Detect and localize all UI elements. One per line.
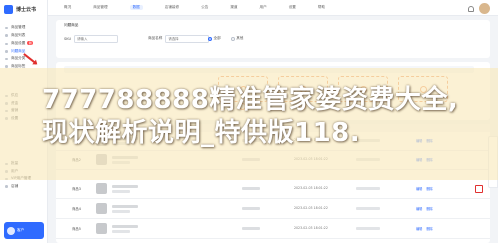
top-tab[interactable]: 店铺装修 [165, 5, 179, 10]
app-name: 博士云书 [16, 6, 37, 13]
blurred-text [242, 187, 260, 190]
row-time: 2023-02-03 18:01:22 [294, 226, 328, 230]
table-row[interactable]: 商品5 2023-02-03 18:01:22 编辑 删除 [56, 220, 490, 239]
blurred-text [242, 207, 260, 210]
top-tab[interactable]: 用户 [260, 5, 267, 10]
edit-link[interactable]: 编辑 [416, 186, 422, 191]
table-row[interactable]: 商品4 2023-02-03 18:01:22 编辑 删除 [56, 200, 490, 219]
menu-dot-icon [5, 50, 8, 53]
product-thumbnail [96, 203, 107, 214]
blurred-text [112, 185, 138, 188]
sidebar-item[interactable]: 商品管理 [4, 24, 46, 32]
top-tab[interactable]: 设置 [289, 5, 296, 10]
new-badge: 新 [27, 41, 34, 45]
delete-link[interactable]: 删除 [426, 226, 432, 231]
sidebar-item-label: 商品设置 [11, 41, 26, 45]
product-name-field: 商品名称 [148, 34, 210, 43]
row-id: 商品5 [72, 227, 81, 231]
top-tabs: 概况 商品管理 数据 店铺装修 公告 渠道 用户 设置 帮助 [64, 5, 325, 10]
blurred-text [112, 205, 138, 208]
blurred-text [356, 187, 380, 190]
app-logo[interactable]: 博士云书 [4, 3, 36, 15]
logo-icon [4, 4, 13, 14]
overlay-headline: 777788888精准管家婆资费大全,现状解析说明_特供版118. [42, 85, 459, 148]
menu-dot-icon [5, 34, 8, 37]
sidebar-item-label: 商品管理 [11, 25, 26, 29]
product-thumbnail [96, 223, 107, 234]
menu-dot-icon [5, 185, 8, 188]
sku-input[interactable] [74, 34, 119, 43]
delete-link[interactable]: 删除 [426, 186, 432, 191]
edit-link[interactable]: 编辑 [416, 226, 422, 231]
blurred-text [112, 230, 130, 233]
avatar[interactable] [479, 3, 490, 14]
sidebar-item-label: 商品标签 [11, 63, 26, 68]
bell-icon[interactable] [468, 5, 474, 12]
sidebar-item[interactable]: 商品列表 [4, 32, 46, 40]
blurred-text [356, 207, 380, 210]
row-actions: 编辑删除 [416, 226, 433, 231]
edit-link[interactable]: 编辑 [416, 206, 422, 211]
radio-unchecked-icon [230, 36, 235, 41]
filter-title: 问题商品 [64, 23, 79, 27]
row-checkbox[interactable] [475, 185, 483, 193]
top-tab[interactable]: 概况 [64, 5, 71, 10]
top-right-tools [468, 3, 490, 14]
blurred-text [112, 225, 138, 228]
row-actions: 编辑删除 [416, 206, 433, 211]
blurred-text [356, 227, 380, 230]
type-radio-group: 全部 其他 [208, 34, 243, 43]
sidebar-item-label: 商品分类 [11, 56, 26, 60]
row-time: 2023-02-03 18:01:22 [294, 206, 328, 210]
blurred-text [112, 190, 130, 193]
top-tab[interactable]: 公告 [201, 5, 208, 10]
menu-dot-icon [5, 42, 8, 45]
sidebar-item[interactable]: 店铺 [4, 183, 46, 191]
top-tab-active[interactable]: 数据 [129, 5, 143, 10]
delete-link[interactable]: 删除 [426, 206, 432, 211]
blurred-text [242, 227, 260, 230]
headset-icon [7, 226, 15, 235]
radio-label: 全部 [213, 36, 221, 40]
promo-label: 客户 [17, 228, 25, 232]
row-actions: 编辑删除 [416, 186, 433, 191]
radio-other[interactable]: 其他 [230, 36, 244, 41]
sku-field: SKU [64, 34, 119, 43]
filter-panel: 问题商品 SKU 商品名称 全部 其他 [56, 20, 490, 58]
blurred-text [112, 210, 130, 213]
menu-dot-icon [5, 26, 8, 29]
sidebar-item-label: 店铺 [11, 183, 19, 188]
top-tab[interactable]: 渠道 [230, 5, 237, 10]
sidebar-item-label: 商品列表 [11, 32, 26, 37]
product-thumbnail [96, 183, 107, 194]
app-window: 博士云书 商品管理 商品列表 商品设置新 问题商品 商品分类 商品标签 供应 资… [0, 0, 498, 243]
product-name-label: 商品名称 [148, 36, 163, 40]
row-time: 2023-02-03 18:01:22 [294, 186, 328, 190]
customer-service-button[interactable]: 客户 [4, 222, 44, 239]
sidebar-group-1: 商品管理 商品列表 [4, 24, 46, 39]
row-id: 商品3 [72, 187, 81, 191]
table-row[interactable]: 商品3 2023-02-03 18:01:22 编辑 删除 [56, 180, 490, 199]
sidebar-item[interactable]: 商品设置新 [4, 40, 46, 48]
top-tab[interactable]: 商品管理 [93, 5, 107, 10]
row-id: 商品4 [72, 207, 81, 211]
sku-label: SKU [64, 36, 72, 41]
menu-dot-icon [5, 57, 8, 60]
top-nav: 概况 商品管理 数据 店铺装修 公告 渠道 用户 设置 帮助 [48, 0, 498, 16]
radio-checked-icon [208, 36, 212, 41]
radio-label: 其他 [236, 36, 244, 40]
radio-all[interactable]: 全部 [208, 36, 221, 41]
top-tab[interactable]: 帮助 [318, 5, 325, 10]
sidebar-item-label: 问题商品 [11, 48, 26, 53]
product-name-select[interactable] [165, 34, 210, 43]
